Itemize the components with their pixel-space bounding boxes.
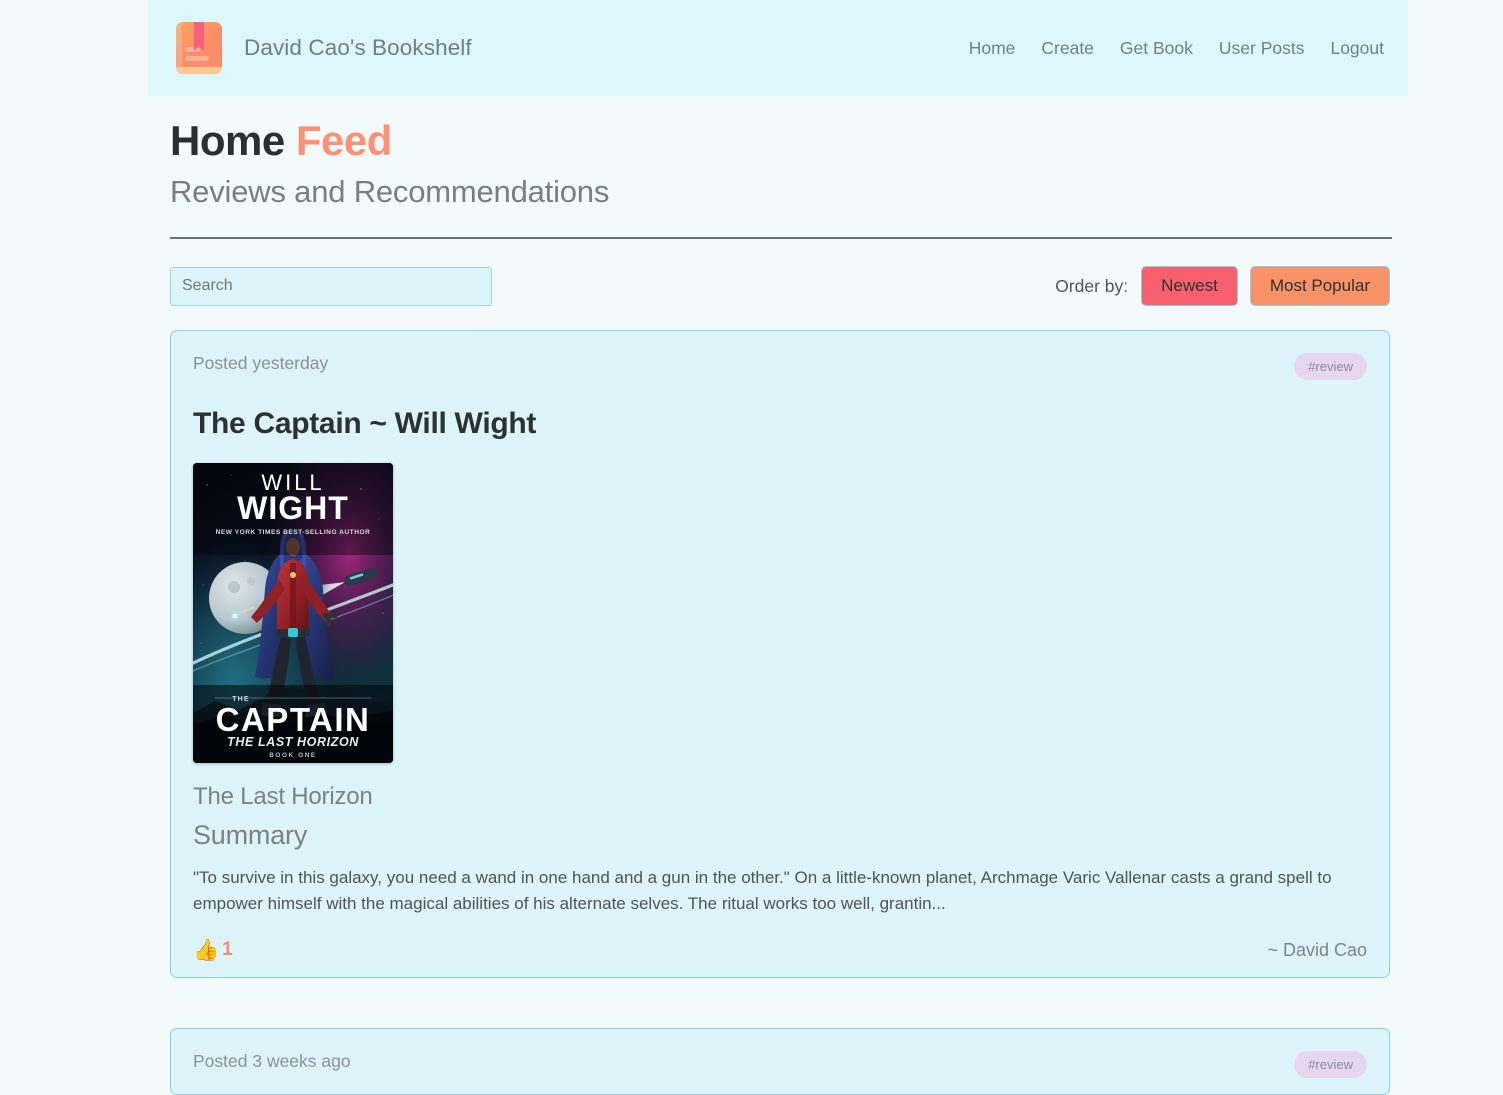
post-card[interactable]: Posted 3 weeks ago #review [170,1028,1390,1095]
post-tag-badge[interactable]: #review [1294,1051,1367,1079]
svg-text:NEW YORK TIMES BEST-SELLING AU: NEW YORK TIMES BEST-SELLING AUTHOR [216,529,371,536]
controls-row: Order by: Newest Most Popular [170,266,1390,307]
nav-item-user-posts[interactable]: User Posts [1219,38,1305,59]
summary-heading: Summary [193,820,308,851]
order-newest-button[interactable]: Newest [1141,266,1238,307]
post-footer: 👍 1 ~ David Cao [193,939,1367,961]
svg-text:CAPTAIN: CAPTAIN [216,701,371,738]
post-meta-row: Posted 3 weeks ago #review [193,1051,1367,1079]
post-timestamp: Posted 3 weeks ago [193,1051,351,1072]
order-most-popular-button[interactable]: Most Popular [1249,266,1390,307]
svg-text:BOOK ONE: BOOK ONE [269,752,317,759]
page-title: Home Feed [170,116,1390,166]
post-meta-row: Posted yesterday #review [193,353,1367,381]
post-author: ~ David Cao [1267,939,1367,960]
nav-item-get-book[interactable]: Get Book [1120,38,1193,59]
book-icon [176,22,222,74]
post-card[interactable]: Posted yesterday #review The Captain ~ W… [170,330,1390,979]
page-title-accent: Feed [295,117,393,164]
header-divider [170,237,1392,240]
post-timestamp: Posted yesterday [193,353,329,374]
nav-item-home[interactable]: Home [969,38,1016,59]
svg-text:WIGHT: WIGHT [237,490,349,526]
post-tag-badge[interactable]: #review [1294,353,1367,381]
svg-text:THE LAST HORIZON: THE LAST HORIZON [227,735,359,749]
thumbs-up-icon: 👍 [193,938,220,962]
like-count: 1 [222,939,233,961]
nav-item-logout[interactable]: Logout [1330,38,1384,59]
book-name: The Last Horizon [193,783,373,811]
page-title-main: Home [170,117,285,164]
order-by-group: Order by: Newest Most Popular [1055,266,1390,307]
top-navbar: David Cao's Bookshelf Home Create Get Bo… [148,0,1408,96]
brand-title: David Cao's Bookshelf [244,35,472,60]
search-input[interactable] [170,266,492,306]
nav-links: Home Create Get Book User Posts Logout [969,38,1384,59]
order-by-label: Order by: [1055,275,1129,296]
nav-item-create[interactable]: Create [1041,38,1094,59]
post-title[interactable]: The Captain ~ Will Wight [193,407,1367,441]
brand-link[interactable]: David Cao's Bookshelf [176,22,472,74]
book-cover-image[interactable]: WILL WIGHT NEW YORK TIMES BEST-SELLING A… [193,463,393,764]
like-button[interactable]: 👍 1 [193,939,233,961]
page-subtitle: Reviews and Recommendations [170,174,610,210]
summary-text: "To survive in this galaxy, you need a w… [193,868,1332,914]
page-content: Home Feed Reviews and Recommendations Or… [170,96,1392,1095]
